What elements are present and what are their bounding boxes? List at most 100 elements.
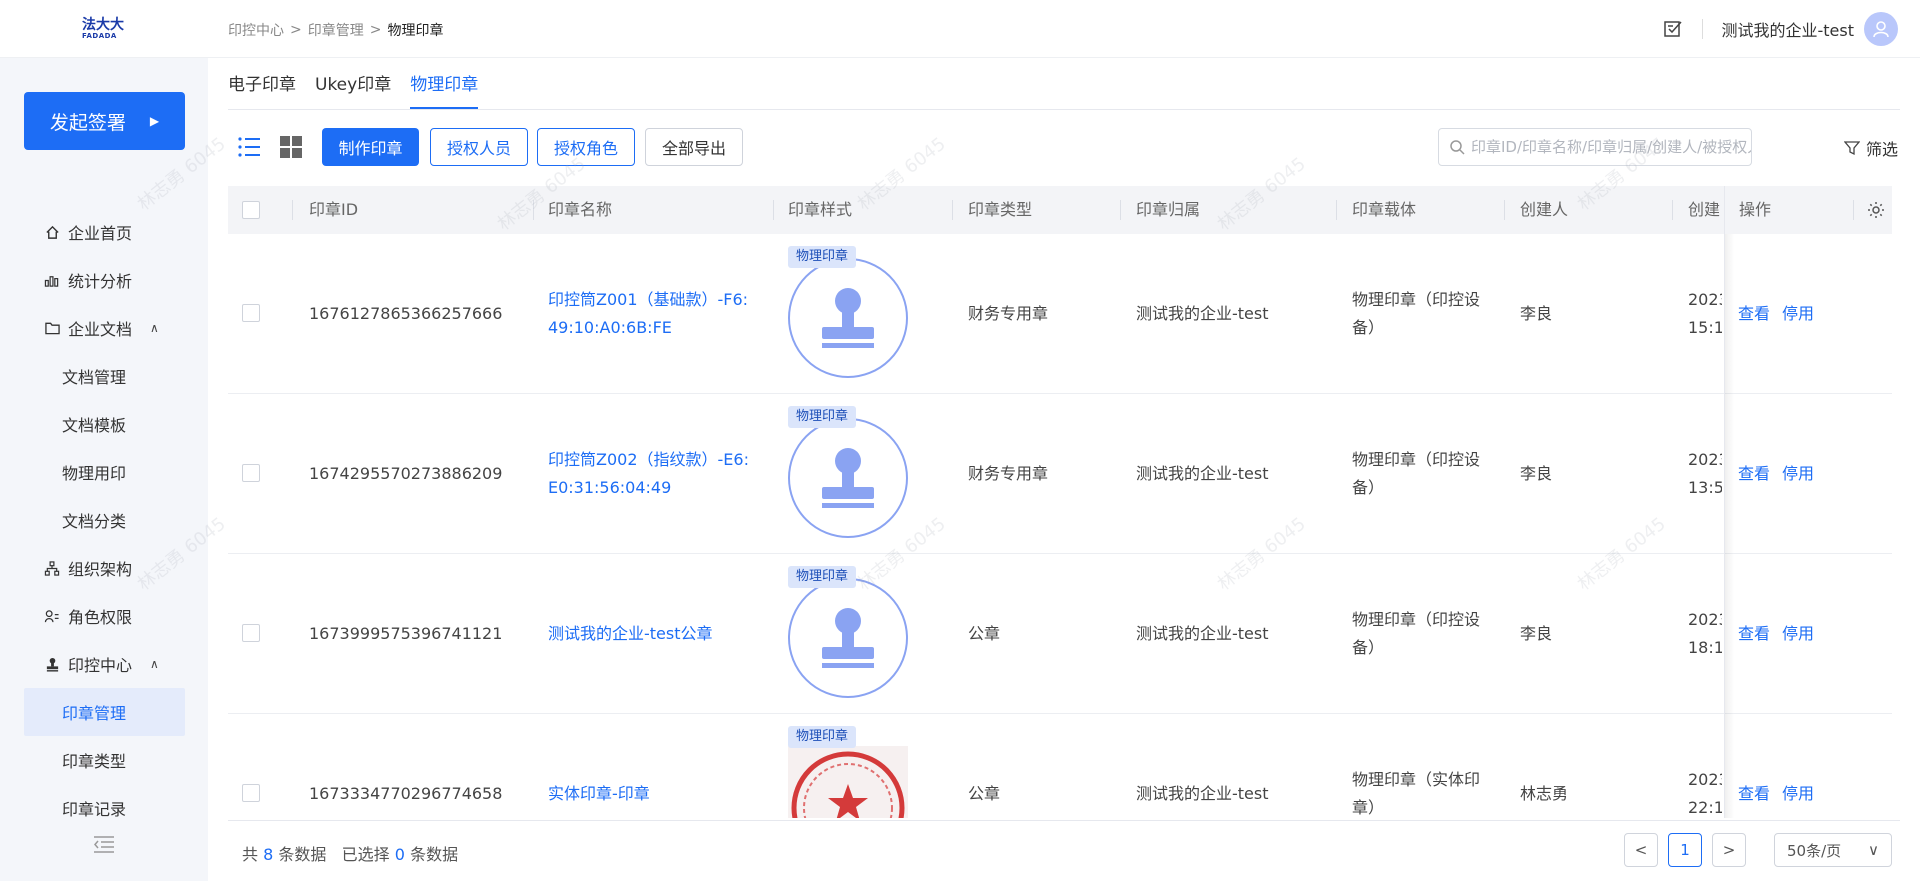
seal-image[interactable] [788, 258, 908, 378]
column-header-creator[interactable]: 创建人 [1520, 186, 1568, 234]
column-header-seal-style[interactable]: 印章样式 [788, 186, 852, 234]
column-header-seal-owner[interactable]: 印章归属 [1136, 186, 1200, 234]
start-signing-label: 发起签署 [49, 111, 126, 134]
filter-button[interactable]: 筛选 [1844, 136, 1898, 160]
sidebar-item-doc-management[interactable]: 文档管理 [24, 352, 185, 400]
created-time: 2023 15:1 [1688, 286, 1722, 342]
start-signing-button[interactable]: 发起签署 ▶ [24, 92, 185, 150]
column-divider [533, 200, 534, 220]
created-clock: 22:1 [1688, 798, 1722, 817]
column-header-seal-carrier[interactable]: 印章载体 [1352, 186, 1416, 234]
sidebar-item-seal-control[interactable]: 印控中心 ∧ [24, 640, 185, 688]
select-all-checkbox[interactable] [242, 201, 260, 219]
sidebar-item-documents[interactable]: 企业文档 ∧ [24, 304, 185, 352]
column-divider [1672, 200, 1673, 220]
table-footer: 共 8 条数据 已选择 0 条数据 < 1 > 50条/页 ∨ [228, 820, 1900, 880]
seal-type: 财务专用章 [968, 464, 1049, 483]
seal-image[interactable] [788, 578, 908, 698]
tab-ukey-seal[interactable]: Ukey印章 [315, 70, 391, 109]
list-view-icon[interactable] [236, 134, 262, 160]
page-size-select[interactable]: 50条/页 ∨ [1774, 833, 1892, 867]
breadcrumb-item-seal-management[interactable]: 印章管理 [308, 20, 364, 40]
breadcrumb-separator: > [290, 22, 302, 38]
column-divider [1853, 200, 1854, 220]
seal-carrier-line: 物理印章（印控设 [1352, 610, 1481, 629]
created-clock: 13:5 [1688, 478, 1722, 497]
seal-photo[interactable] [788, 746, 908, 818]
sidebar-item-home[interactable]: 企业首页 [24, 208, 185, 256]
company-name[interactable]: 测试我的企业-test [1721, 17, 1854, 41]
todo-edit-icon[interactable] [1662, 18, 1684, 40]
row-checkbox[interactable] [242, 624, 260, 642]
chevron-up-icon: ∧ [150, 321, 159, 335]
user-avatar[interactable] [1864, 12, 1898, 46]
prev-page-button[interactable]: < [1624, 833, 1658, 867]
seal-name-line: 印控筒Z002（指纹款）-E6: [548, 450, 749, 469]
sidebar-item-organization[interactable]: 组织架构 [24, 544, 185, 592]
column-header-seal-type[interactable]: 印章类型 [968, 186, 1032, 234]
header-divider [1702, 19, 1704, 39]
seal-name-link[interactable]: 测试我的企业-test公章 [548, 620, 713, 648]
search-box[interactable] [1438, 128, 1752, 166]
authorize-role-button[interactable]: 授权角色 [537, 128, 635, 166]
tab-physical-seal[interactable]: 物理印章 [410, 70, 479, 109]
row-checkbox[interactable] [242, 304, 260, 322]
logo-text: 法大大 [82, 17, 124, 33]
stamp-icon [44, 656, 60, 672]
breadcrumb-separator: > [369, 22, 382, 38]
make-seal-button[interactable]: 制作印章 [322, 128, 419, 166]
column-header-seal-name[interactable]: 印章名称 [548, 186, 612, 234]
sidebar-item-seal-management[interactable]: 印章管理 [24, 688, 185, 736]
created-time: 2023 18:1 [1688, 606, 1722, 662]
export-all-button[interactable]: 全部导出 [645, 128, 743, 166]
actions-column: 操作 [1724, 186, 1892, 818]
total-summary: 共 8 条数据 已选择 0 条数据 [242, 841, 458, 865]
seal-carrier-line: 物理印章（印控设 [1352, 450, 1481, 469]
seal-id: 1674295570273886209 [309, 464, 503, 483]
user-icon [1873, 21, 1889, 38]
seal-id: 1676127865366257666 [309, 304, 503, 323]
breadcrumb-item-seal-control[interactable]: 印控中心 [228, 20, 284, 40]
sidebar-item-physical-sealing[interactable]: 物理用印 [24, 448, 185, 496]
seal-type: 公章 [968, 624, 1001, 643]
column-settings-gear-icon[interactable] [1867, 201, 1885, 219]
fadada-logo[interactable]: 法大大 FADADA [82, 18, 126, 40]
sidebar-item-seal-records[interactable]: 印章记录 [24, 784, 185, 832]
seal-carrier-line: 章） [1352, 798, 1385, 817]
row-checkbox[interactable] [242, 784, 260, 802]
collapse-sidebar-icon[interactable] [92, 834, 116, 854]
seal-type: 公章 [968, 784, 1001, 803]
seal-carrier: 物理印章（印控设 备） [1352, 606, 1480, 662]
seal-style: 物理印章 [788, 726, 910, 818]
column-divider [1336, 200, 1337, 220]
sidebar-item-label: 角色权限 [68, 608, 133, 627]
sidebar-item-seal-types[interactable]: 印章类型 [24, 736, 185, 784]
sidebar-item-doc-templates[interactable]: 文档模板 [24, 400, 185, 448]
next-page-button[interactable]: > [1712, 833, 1746, 867]
creator: 李良 [1520, 304, 1553, 323]
seal-image[interactable] [788, 418, 908, 538]
sidebar-item-statistics[interactable]: 统计分析 [24, 256, 185, 304]
seal-name-link[interactable]: 实体印章-印章 [548, 780, 650, 808]
sidebar-item-label: 印章记录 [62, 800, 127, 819]
seal-name-link[interactable]: 印控筒Z002（指纹款）-E6: E0:31:56:04:49 [548, 446, 749, 502]
authorize-person-button[interactable]: 授权人员 [430, 128, 528, 166]
search-input[interactable] [1471, 138, 1751, 156]
sidebar-item-label: 印章类型 [62, 752, 127, 771]
seal-name-line: 印控筒Z001（基础款）-F6: [548, 290, 749, 309]
column-header-seal-id[interactable]: 印章ID [309, 186, 358, 234]
org-chart-icon [44, 560, 60, 576]
bar-chart-icon [44, 272, 60, 288]
sidebar-item-doc-categories[interactable]: 文档分类 [24, 496, 185, 544]
page-number-button[interactable]: 1 [1668, 833, 1702, 867]
seal-name-link[interactable]: 印控筒Z001（基础款）-F6: 49:10:A0:6B:FE [548, 286, 748, 342]
top-bar: 法大大 FADADA 印控中心 > 印章管理 > 物理印章 测试我的企业-tes… [0, 0, 1920, 58]
row-checkbox[interactable] [242, 464, 260, 482]
sidebar-item-role-permissions[interactable]: 角色权限 [24, 592, 185, 640]
sidebar-item-label: 文档分类 [62, 512, 127, 531]
column-header-created[interactable]: 创建 [1688, 186, 1720, 234]
seal-owner: 测试我的企业-test [1136, 304, 1269, 323]
grid-view-icon[interactable] [278, 134, 304, 160]
tab-electronic-seal[interactable]: 电子印章 [228, 70, 296, 109]
seal-name-line: E0:31:56:04:49 [548, 478, 672, 497]
